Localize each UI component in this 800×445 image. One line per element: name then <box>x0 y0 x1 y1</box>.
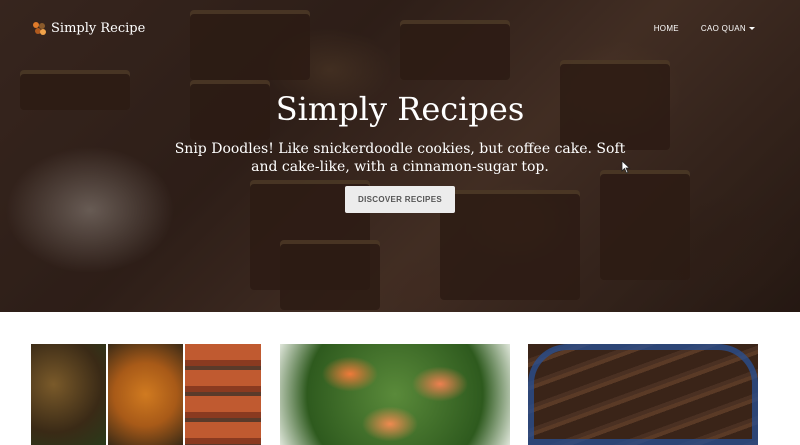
user-menu-dropdown[interactable]: CAO QUAN <box>701 24 755 33</box>
recipe-card-image[interactable] <box>528 344 758 445</box>
user-menu-label: CAO QUAN <box>700 24 746 33</box>
top-navbar: Simply Recipe HOME CAO QUAN <box>0 0 800 60</box>
nav-links: HOME CAO QUAN <box>654 24 755 33</box>
hero-content: Simply Recipes Snip Doodles! Like snicke… <box>0 90 800 213</box>
hero-title: Simply Recipes <box>275 90 525 128</box>
caret-down-icon <box>749 27 755 30</box>
hero-subtitle: Snip Doodles! Like snickerdoodle cookies… <box>174 141 626 175</box>
recipe-card-image[interactable] <box>280 344 510 445</box>
nav-home-link[interactable]: HOME <box>654 24 679 33</box>
plate-rim <box>528 344 758 445</box>
food-photo <box>108 344 183 445</box>
brand[interactable]: Simply Recipe <box>33 21 145 36</box>
mouse-cursor-icon <box>621 160 631 174</box>
brand-name: Simply Recipe <box>51 21 146 36</box>
discover-recipes-button[interactable]: DISCOVER RECIPES <box>345 186 455 213</box>
food-photo <box>185 344 261 445</box>
recipe-card-image[interactable] <box>31 344 261 445</box>
spoon-fork-logo-icon <box>33 22 46 35</box>
food-photo <box>31 344 106 445</box>
